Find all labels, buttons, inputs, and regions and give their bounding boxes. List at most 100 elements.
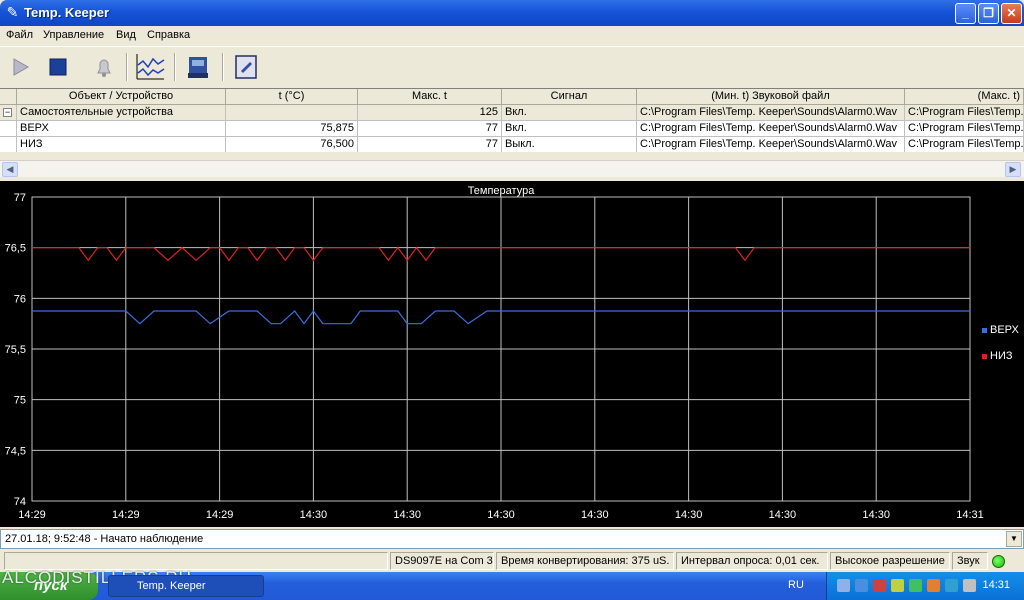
close-button[interactable]: ✕ — [1001, 3, 1022, 24]
collapse-icon[interactable]: − — [3, 108, 12, 117]
tray-tool-icon[interactable] — [927, 579, 940, 592]
x-tick-label: 14:30 — [300, 509, 328, 521]
device-table: Объект / Устройство t (°C) Макс. t Сигна… — [0, 88, 1024, 152]
chevron-down-icon[interactable]: ▼ — [1006, 531, 1022, 547]
x-tick-label: 14:30 — [487, 509, 515, 521]
x-tick-label: 14:30 — [769, 509, 797, 521]
legend-swatch — [982, 354, 987, 359]
header-spacer — [0, 89, 17, 105]
menu-file[interactable]: Файл — [6, 29, 33, 41]
system-tray: 14:31 — [826, 572, 1024, 600]
title-bar[interactable]: ✎ Temp. Keeper _ ❐ ✕ — [0, 0, 1024, 26]
status-sound: Звук — [952, 552, 988, 570]
toolbar-separator — [126, 53, 128, 81]
horizontal-scrollbar[interactable]: ◀ ▶ — [0, 160, 1024, 177]
cell-object: НИЗ — [17, 137, 226, 152]
tray-security-icon[interactable] — [909, 579, 922, 592]
cell-max-file: C:\Program Files\Temp. — [905, 137, 1024, 152]
legend-swatch — [982, 328, 987, 333]
x-tick-label: 14:30 — [862, 509, 890, 521]
x-tick-label: 14:29 — [112, 509, 140, 521]
cell-max-t: 77 — [358, 137, 502, 152]
cell-t: 75,875 — [226, 121, 358, 137]
chart-title: Температура — [468, 185, 536, 197]
toolbar-separator — [222, 53, 224, 81]
status-interval: Интервал опроса: 0,01 сек. — [676, 552, 828, 570]
play-icon[interactable] — [4, 51, 36, 83]
stop-icon[interactable] — [42, 51, 74, 83]
cell-signal: Вкл. — [502, 105, 637, 121]
device-icon[interactable] — [182, 51, 214, 83]
table-row-group[interactable]: − Самостоятельные устройства 125 Вкл. C:… — [0, 105, 1024, 121]
status-port: DS9097E на Com 3 — [390, 552, 494, 570]
menu-help[interactable]: Справка — [147, 29, 190, 41]
log-combobox[interactable]: 27.01.18; 9:52:48 - Начато наблюдение ▼ — [0, 529, 1024, 549]
expander-cell[interactable]: − — [0, 105, 17, 121]
cell-min-file: C:\Program Files\Temp. Keeper\Sounds\Ala… — [637, 137, 905, 152]
cell-t: 76,500 — [226, 137, 358, 152]
scroll-left-icon[interactable]: ◀ — [2, 162, 18, 177]
tray-disc-icon[interactable] — [891, 579, 904, 592]
toolbar-separator — [174, 53, 176, 81]
table-row[interactable]: ВЕРХ 75,875 77 Вкл. C:\Program Files\Tem… — [0, 121, 1024, 137]
cell-min-file: C:\Program Files\Temp. Keeper\Sounds\Ala… — [637, 121, 905, 137]
row-indent — [0, 121, 17, 137]
legend-label: НИЗ — [990, 350, 1013, 362]
col-header-max-t[interactable]: Макс. t — [358, 89, 502, 105]
y-tick-label: 74 — [14, 496, 26, 508]
col-header-min-file[interactable]: (Мин. t) Звуковой файл — [637, 89, 905, 105]
col-header-t[interactable]: t (°C) — [226, 89, 358, 105]
legend-label: ВЕРХ — [990, 324, 1020, 336]
temperature-chart: 77 76,5 76 75,5 75 74,5 74 14:29 14:29 14:29 14:30… — [0, 181, 1024, 527]
scroll-right-icon[interactable]: ▶ — [1005, 162, 1021, 177]
menu-view[interactable]: Вид — [116, 29, 136, 41]
cell-max-file: C:\Program Files\Temp. — [905, 121, 1024, 137]
tray-network-icon[interactable] — [855, 579, 868, 592]
bell-icon[interactable] — [88, 51, 120, 83]
app-window: ✎ Temp. Keeper _ ❐ ✕ Файл Управление Вид… — [0, 0, 1024, 572]
maximize-button[interactable]: ❐ — [978, 3, 999, 24]
col-header-object[interactable]: Объект / Устройство — [17, 89, 226, 105]
log-line: 27.01.18; 9:52:48 - Начато наблюдение — [5, 533, 204, 545]
x-tick-label: 14:29 — [18, 509, 46, 521]
taskbar-app-button[interactable]: Temp. Keeper — [108, 575, 264, 597]
tray-display-icon[interactable] — [945, 579, 958, 592]
y-tick-label: 76,5 — [5, 243, 26, 255]
cell-signal: Вкл. — [502, 121, 637, 137]
clock[interactable]: 14:31 — [982, 579, 1010, 591]
tray-app-icon[interactable] — [837, 579, 850, 592]
x-tick-label: 14:29 — [206, 509, 234, 521]
col-header-max-file[interactable]: (Макс. t) — [905, 89, 1024, 105]
cell-max-t: 77 — [358, 121, 502, 137]
tray-monitor-icon[interactable] — [873, 579, 886, 592]
cell-object: ВЕРХ — [17, 121, 226, 137]
window-title: Temp. Keeper — [24, 5, 110, 20]
y-tick-label: 74,5 — [5, 445, 26, 457]
cell-object: Самостоятельные устройства — [17, 105, 226, 121]
taskbar-app-label: Temp. Keeper — [137, 580, 206, 592]
x-tick-label: 14:30 — [393, 509, 421, 521]
app-icon: ✎ — [6, 4, 19, 20]
status-conversion: Время конвертирования: 375 uS. — [496, 552, 674, 570]
menu-control[interactable]: Управление — [43, 29, 104, 41]
language-indicator[interactable]: RU — [788, 579, 804, 591]
x-tick-label: 14:30 — [675, 509, 703, 521]
taskbar: пуск ALCODISTILLERS.RU Temp. Keeper RU 1… — [0, 568, 1024, 600]
menu-bar: Файл Управление Вид Справка — [0, 26, 1024, 45]
settings-icon[interactable] — [230, 51, 262, 83]
cell-t — [226, 105, 358, 121]
status-resolution: Высокое разрешение — [830, 552, 950, 570]
cell-signal: Выкл. — [502, 137, 637, 152]
table-row[interactable]: НИЗ 76,500 77 Выкл. C:\Program Files\Tem… — [0, 137, 1024, 152]
tray-volume-icon[interactable] — [963, 579, 976, 592]
chart-icon[interactable] — [134, 51, 166, 83]
y-tick-label: 75 — [14, 395, 26, 407]
toolbar — [0, 46, 1024, 88]
cell-max-t: 125 — [358, 105, 502, 121]
minimize-button[interactable]: _ — [955, 3, 976, 24]
chart-svg: 7776,57675,57574,57414:29 14:29 14:29 14:30… — [5, 185, 1020, 521]
cell-min-file: C:\Program Files\Temp. Keeper\Sounds\Ala… — [637, 105, 905, 121]
x-tick-label: 14:31 — [956, 509, 984, 521]
cell-max-file: C:\Program Files\Temp. — [905, 105, 1024, 121]
col-header-signal[interactable]: Сигнал — [502, 89, 637, 105]
